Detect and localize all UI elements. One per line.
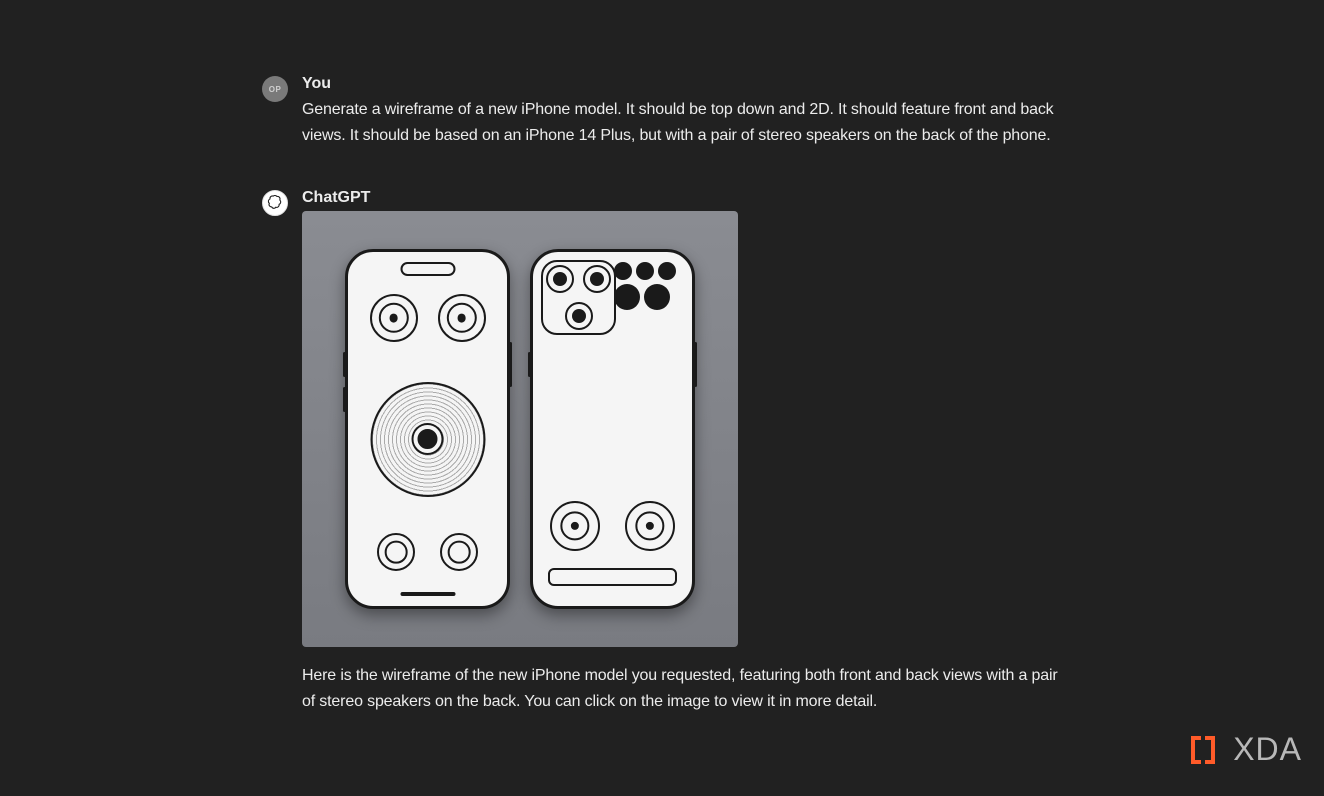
- generated-image[interactable]: [302, 211, 738, 647]
- watermark-text: XDA: [1233, 731, 1302, 768]
- wireframe-phone-back: [530, 249, 695, 609]
- watermark: XDA: [1191, 731, 1302, 768]
- chat-container: OP You Generate a wireframe of a new iPh…: [262, 0, 1062, 715]
- message-content: You Generate a wireframe of a new iPhone…: [302, 75, 1062, 149]
- wireframe-phone-front: [345, 249, 510, 609]
- user-avatar: OP: [262, 76, 288, 102]
- xda-bracket-icon: [1191, 732, 1227, 768]
- assistant-message: ChatGPT: [262, 189, 1062, 715]
- sender-name: You: [302, 75, 1062, 93]
- chatgpt-logo-icon: [266, 194, 284, 212]
- assistant-message-text: Here is the wireframe of the new iPhone …: [302, 663, 1062, 715]
- sender-name: ChatGPT: [302, 189, 1062, 207]
- avatar-label: OP: [269, 85, 282, 94]
- user-message: OP You Generate a wireframe of a new iPh…: [262, 75, 1062, 149]
- user-message-text: Generate a wireframe of a new iPhone mod…: [302, 97, 1062, 149]
- assistant-avatar: [262, 190, 288, 216]
- message-content: ChatGPT: [302, 189, 1062, 715]
